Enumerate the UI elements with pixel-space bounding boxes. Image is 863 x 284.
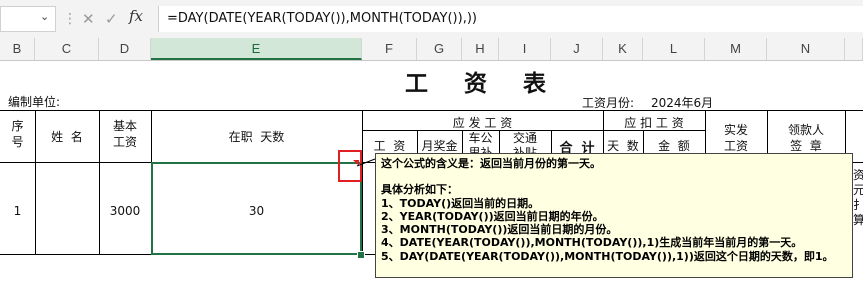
- column-header-m[interactable]: M: [705, 38, 767, 60]
- header-days: 在职 天数: [228, 130, 285, 144]
- comment-pointer: [356, 158, 376, 167]
- column-header-k[interactable]: K: [603, 38, 643, 60]
- column-header-g[interactable]: G: [417, 38, 462, 60]
- cell-base-wage[interactable]: 3000: [99, 204, 151, 218]
- header-car-allowance: 车公 里补: [468, 131, 493, 153]
- comment-line: 这个公式的含义是：返回当前月份的第一天。: [381, 157, 601, 170]
- selected-cell[interactable]: [151, 162, 362, 255]
- grid-line: [845, 110, 846, 153]
- fill-handle[interactable]: [357, 251, 365, 259]
- column-header-n[interactable]: N: [767, 38, 845, 60]
- header-wage: 工 资: [373, 139, 406, 153]
- chevron-down-icon[interactable]: ⌄: [40, 10, 49, 23]
- cell-comment[interactable]: 这个公式的含义是：返回当前月份的第一天。 具体分析如下： 1、TODAY()返回…: [375, 153, 853, 278]
- header-deduction-amount: 金 额: [658, 139, 690, 153]
- comment-line: 4、DATE(YEAR(TODAY()),MONTH(TODAY()),1)生成…: [381, 236, 803, 250]
- cancel-icon[interactable]: ✕: [82, 8, 95, 30]
- header-traffic-allowance: 交通 补贴: [512, 131, 537, 153]
- column-header-e[interactable]: E: [151, 38, 362, 60]
- column-header-j[interactable]: J: [551, 38, 603, 60]
- formula-input[interactable]: =DAY(DATE(YEAR(TODAY()),MONTH(TODAY()),)…: [158, 6, 863, 32]
- header-payable: 应 发 工 资: [452, 116, 513, 130]
- comment-line: 5、DAY(DATE(YEAR(TODAY()),MONTH(TODAY()),…: [381, 249, 834, 263]
- column-header-l[interactable]: L: [643, 38, 705, 60]
- grid-line: [362, 110, 363, 255]
- grid-line: [0, 110, 863, 111]
- column-header-c[interactable]: C: [35, 38, 99, 60]
- comment-line: 3、MONTH(TODAY())返回当前日期的月份。: [381, 223, 618, 237]
- header-signature: 领款人 签 章: [787, 123, 824, 153]
- column-header-row: B C D E F G H I J K L M N: [0, 38, 863, 61]
- cell-seq[interactable]: 1: [0, 204, 35, 218]
- header-net-pay: 实发 工资: [723, 123, 748, 153]
- drag-handle-icon[interactable]: ⋮: [63, 8, 77, 30]
- column-header-f[interactable]: F: [362, 38, 417, 60]
- comment-line: 1、TODAY()返回当前的日期。: [381, 196, 540, 210]
- org-label: 编制单位:: [8, 95, 61, 109]
- column-header-h[interactable]: H: [462, 38, 499, 60]
- sheet-title: 工 资 表: [405, 70, 561, 97]
- column-header-o[interactable]: [845, 38, 863, 60]
- column-header-i[interactable]: I: [499, 38, 551, 60]
- month-label: 工资月份:: [582, 96, 635, 110]
- header-deduction-days: 天 数: [607, 139, 639, 153]
- comment-line: [381, 170, 847, 183]
- confirm-icon[interactable]: ✓: [105, 8, 118, 30]
- column-header-b[interactable]: B: [0, 38, 35, 60]
- column-header-d[interactable]: D: [99, 38, 151, 60]
- comment-line: 2、YEAR(TODAY())返回当前日期的年份。: [381, 209, 604, 223]
- partial-text: 算: [853, 213, 863, 227]
- header-deduction: 应 扣 工 资: [624, 116, 684, 130]
- insert-function-icon[interactable]: fx: [129, 7, 143, 25]
- month-value: 2024年6月: [651, 96, 714, 110]
- header-bonus: 月奖金: [421, 139, 458, 153]
- header-name: 姓 名: [51, 130, 83, 144]
- header-base-wage: 基本 工资: [112, 119, 137, 149]
- comment-line: 具体分析如下：: [381, 183, 458, 197]
- header-seq: 序 号: [11, 119, 24, 149]
